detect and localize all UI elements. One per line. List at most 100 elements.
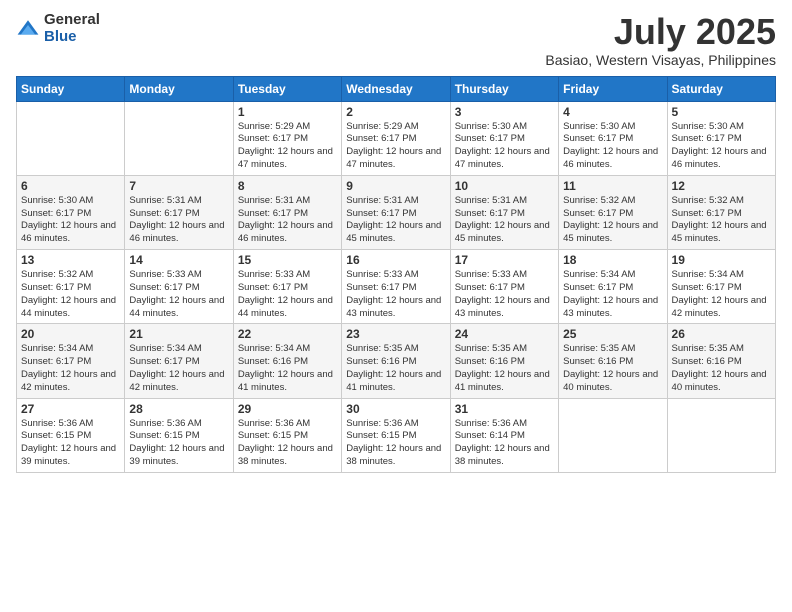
day-number: 30 <box>346 402 445 416</box>
calendar-cell: 16 Sunrise: 5:33 AMSunset: 6:17 PMDayligh… <box>342 250 450 324</box>
day-info: Sunrise: 5:35 AMSunset: 6:16 PMDaylight:… <box>563 343 662 394</box>
calendar-cell: 17Sunrise: 5:33 AMSunset: 6:17 PMDayligh… <box>450 250 558 324</box>
logo-blue: Blue <box>44 29 100 46</box>
calendar-cell: 1 Sunrise: 5:29 AMSunset: 6:17 PMDaylight… <box>233 101 341 175</box>
day-number: 18 <box>563 253 662 267</box>
logo: General Blue <box>16 12 100 45</box>
day-info: Sunrise: 5:33 AMSunset: 6:17 PMDaylight:… <box>238 269 337 320</box>
day-info: Sunrise: 5:32 AMSunset: 6:17 PMDaylight:… <box>672 195 771 246</box>
day-info: Sunrise: 5:33 AMSunset: 6:17 PMDaylight:… <box>129 269 228 320</box>
calendar-week-4: 20 Sunrise: 5:34 AMSunset: 6:17 PMDayligh… <box>17 324 776 398</box>
day-number: 21 <box>129 327 228 341</box>
logo-general: General <box>44 12 100 29</box>
day-number: 31 <box>455 402 554 416</box>
calendar-cell: 3 Sunrise: 5:30 AMSunset: 6:17 PMDaylight… <box>450 101 558 175</box>
calendar-header-saturday: Saturday <box>667 76 775 101</box>
day-info: Sunrise: 5:29 AMSunset: 6:17 PMDaylight:… <box>346 121 445 172</box>
header: General Blue July 2025 Basiao, Western V… <box>16 12 776 68</box>
day-info: Sunrise: 5:32 AMSunset: 6:17 PMDaylight:… <box>21 269 120 320</box>
day-info: Sunrise: 5:30 AMSunset: 6:17 PMDaylight:… <box>21 195 120 246</box>
calendar-cell: 6 Sunrise: 5:30 AMSunset: 6:17 PMDaylight… <box>17 175 125 249</box>
day-info: Sunrise: 5:30 AMSunset: 6:17 PMDaylight:… <box>563 121 662 172</box>
day-number: 3 <box>455 105 554 119</box>
title-block: July 2025 Basiao, Western Visayas, Phili… <box>545 12 776 68</box>
calendar-header-tuesday: Tuesday <box>233 76 341 101</box>
day-info: Sunrise: 5:29 AMSunset: 6:17 PMDaylight:… <box>238 121 337 172</box>
calendar-cell: 13 Sunrise: 5:32 AMSunset: 6:17 PMDayligh… <box>17 250 125 324</box>
day-number: 16 <box>346 253 445 267</box>
day-info: Sunrise: 5:31 AMSunset: 6:17 PMDaylight:… <box>129 195 228 246</box>
calendar-cell: 31 Sunrise: 5:36 AMSunset: 6:14 PMDayligh… <box>450 398 558 472</box>
calendar-cell: 12Sunrise: 5:32 AMSunset: 6:17 PMDayligh… <box>667 175 775 249</box>
day-number: 23 <box>346 327 445 341</box>
day-number: 4 <box>563 105 662 119</box>
day-number: 8 <box>238 179 337 193</box>
day-info: Sunrise: 5:36 AMSunset: 6:14 PMDaylight:… <box>455 418 554 469</box>
day-number: 1 <box>238 105 337 119</box>
calendar-cell: 11Sunrise: 5:32 AMSunset: 6:17 PMDayligh… <box>559 175 667 249</box>
calendar-header-thursday: Thursday <box>450 76 558 101</box>
day-info: Sunrise: 5:32 AMSunset: 6:17 PMDaylight:… <box>563 195 662 246</box>
calendar-cell: 7 Sunrise: 5:31 AMSunset: 6:17 PMDaylight… <box>125 175 233 249</box>
day-info: Sunrise: 5:34 AMSunset: 6:17 PMDaylight:… <box>21 343 120 394</box>
day-number: 13 <box>21 253 120 267</box>
calendar-header-row: SundayMondayTuesdayWednesdayThursdayFrid… <box>17 76 776 101</box>
calendar-cell <box>559 398 667 472</box>
logo-icon <box>16 17 40 41</box>
calendar-cell: 24 Sunrise: 5:35 AMSunset: 6:16 PMDayligh… <box>450 324 558 398</box>
day-number: 7 <box>129 179 228 193</box>
day-number: 25 <box>563 327 662 341</box>
day-number: 2 <box>346 105 445 119</box>
day-number: 28 <box>129 402 228 416</box>
day-number: 24 <box>455 327 554 341</box>
calendar-cell: 2 Sunrise: 5:29 AMSunset: 6:17 PMDaylight… <box>342 101 450 175</box>
calendar-week-1: 1 Sunrise: 5:29 AMSunset: 6:17 PMDaylight… <box>17 101 776 175</box>
calendar-cell: 9 Sunrise: 5:31 AMSunset: 6:17 PMDaylight… <box>342 175 450 249</box>
day-info: Sunrise: 5:34 AMSunset: 6:17 PMDaylight:… <box>563 269 662 320</box>
day-info: Sunrise: 5:31 AMSunset: 6:17 PMDaylight:… <box>238 195 337 246</box>
calendar-week-5: 27Sunrise: 5:36 AMSunset: 6:15 PMDayligh… <box>17 398 776 472</box>
calendar-header-monday: Monday <box>125 76 233 101</box>
calendar-cell: 22Sunrise: 5:34 AMSunset: 6:16 PMDayligh… <box>233 324 341 398</box>
day-number: 26 <box>672 327 771 341</box>
day-info: Sunrise: 5:36 AMSunset: 6:15 PMDaylight:… <box>346 418 445 469</box>
day-number: 22 <box>238 327 337 341</box>
calendar-cell: 18 Sunrise: 5:34 AMSunset: 6:17 PMDayligh… <box>559 250 667 324</box>
calendar-cell <box>667 398 775 472</box>
calendar-cell: 25 Sunrise: 5:35 AMSunset: 6:16 PMDayligh… <box>559 324 667 398</box>
calendar-cell: 19Sunrise: 5:34 AMSunset: 6:17 PMDayligh… <box>667 250 775 324</box>
calendar-cell: 4 Sunrise: 5:30 AMSunset: 6:17 PMDaylight… <box>559 101 667 175</box>
calendar-cell: 21 Sunrise: 5:34 AMSunset: 6:17 PMDayligh… <box>125 324 233 398</box>
day-number: 9 <box>346 179 445 193</box>
day-number: 6 <box>21 179 120 193</box>
calendar-cell: 14 Sunrise: 5:33 AMSunset: 6:17 PMDayligh… <box>125 250 233 324</box>
day-info: Sunrise: 5:35 AMSunset: 6:16 PMDaylight:… <box>672 343 771 394</box>
day-number: 20 <box>21 327 120 341</box>
calendar-header-wednesday: Wednesday <box>342 76 450 101</box>
calendar-cell: 27Sunrise: 5:36 AMSunset: 6:15 PMDayligh… <box>17 398 125 472</box>
day-number: 15 <box>238 253 337 267</box>
calendar-cell: 10Sunrise: 5:31 AMSunset: 6:17 PMDayligh… <box>450 175 558 249</box>
day-info: Sunrise: 5:34 AMSunset: 6:17 PMDaylight:… <box>129 343 228 394</box>
day-info: Sunrise: 5:35 AMSunset: 6:16 PMDaylight:… <box>455 343 554 394</box>
day-info: Sunrise: 5:33 AMSunset: 6:17 PMDaylight:… <box>346 269 445 320</box>
calendar-header-friday: Friday <box>559 76 667 101</box>
logo-text: General Blue <box>44 12 100 45</box>
calendar-cell: 5Sunrise: 5:30 AMSunset: 6:17 PMDaylight… <box>667 101 775 175</box>
day-info: Sunrise: 5:30 AMSunset: 6:17 PMDaylight:… <box>455 121 554 172</box>
day-info: Sunrise: 5:31 AMSunset: 6:17 PMDaylight:… <box>346 195 445 246</box>
calendar-cell: 29Sunrise: 5:36 AMSunset: 6:15 PMDayligh… <box>233 398 341 472</box>
day-number: 29 <box>238 402 337 416</box>
calendar-cell: 8 Sunrise: 5:31 AMSunset: 6:17 PMDaylight… <box>233 175 341 249</box>
day-info: Sunrise: 5:35 AMSunset: 6:16 PMDaylight:… <box>346 343 445 394</box>
day-number: 19 <box>672 253 771 267</box>
calendar-cell: 23 Sunrise: 5:35 AMSunset: 6:16 PMDayligh… <box>342 324 450 398</box>
calendar-week-3: 13 Sunrise: 5:32 AMSunset: 6:17 PMDayligh… <box>17 250 776 324</box>
calendar-week-2: 6 Sunrise: 5:30 AMSunset: 6:17 PMDaylight… <box>17 175 776 249</box>
main-title: July 2025 <box>545 12 776 52</box>
day-number: 14 <box>129 253 228 267</box>
day-number: 10 <box>455 179 554 193</box>
calendar-cell: 26 Sunrise: 5:35 AMSunset: 6:16 PMDayligh… <box>667 324 775 398</box>
day-info: Sunrise: 5:36 AMSunset: 6:15 PMDaylight:… <box>21 418 120 469</box>
calendar: SundayMondayTuesdayWednesdayThursdayFrid… <box>16 76 776 473</box>
